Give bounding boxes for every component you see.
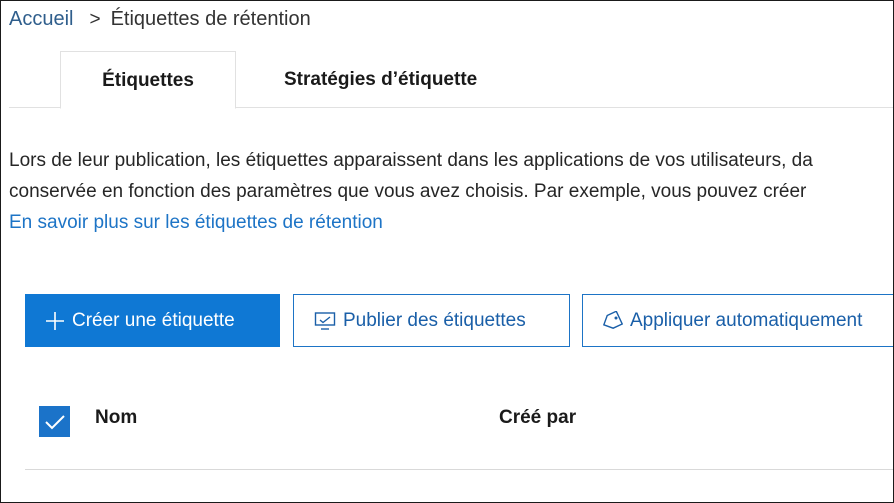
tag-icon	[601, 310, 623, 331]
tab-etiquettes[interactable]: Étiquettes	[60, 51, 236, 109]
description: Lors de leur publication, les étiquettes…	[9, 145, 893, 238]
breadcrumb-home-link[interactable]: Accueil	[9, 8, 73, 31]
learn-more-link[interactable]: En savoir plus sur les étiquettes de rét…	[9, 212, 383, 233]
select-all-checkbox[interactable]	[39, 406, 70, 437]
breadcrumb-separator: >	[89, 8, 101, 30]
auto-apply-button[interactable]: Appliquer automatiquement	[582, 294, 893, 347]
plus-icon	[45, 311, 65, 331]
checkmark-icon	[44, 414, 65, 429]
tab-strategies[interactable]: Stratégies d’étiquette	[284, 69, 477, 91]
auto-apply-text: Appliquer automatiquement	[630, 309, 863, 331]
app-frame: Accueil > Étiquettes de rétention Étique…	[0, 0, 894, 503]
breadcrumb: Accueil > Étiquettes de rétention	[9, 8, 311, 31]
publish-labels-button[interactable]: Publier des étiquettes	[293, 294, 570, 347]
tab-label: Étiquettes	[102, 70, 194, 91]
description-line-1: Lors de leur publication, les étiquettes…	[9, 150, 813, 171]
column-header-name[interactable]: Nom	[95, 407, 137, 429]
column-header-created-by[interactable]: Créé par	[499, 407, 576, 429]
tab-label: Stratégies d’étiquette	[284, 69, 478, 90]
create-label-button[interactable]: Créer une étiquette	[25, 294, 280, 347]
table-header-divider	[25, 469, 893, 470]
publish-labels-text: Publier des étiquettes	[343, 309, 526, 331]
create-label-text: Créer une étiquette	[72, 309, 235, 331]
publish-icon	[314, 311, 336, 331]
page-title: Étiquettes de rétention	[110, 8, 311, 30]
description-line-2: conservée en fonction des paramètres que…	[9, 181, 807, 202]
